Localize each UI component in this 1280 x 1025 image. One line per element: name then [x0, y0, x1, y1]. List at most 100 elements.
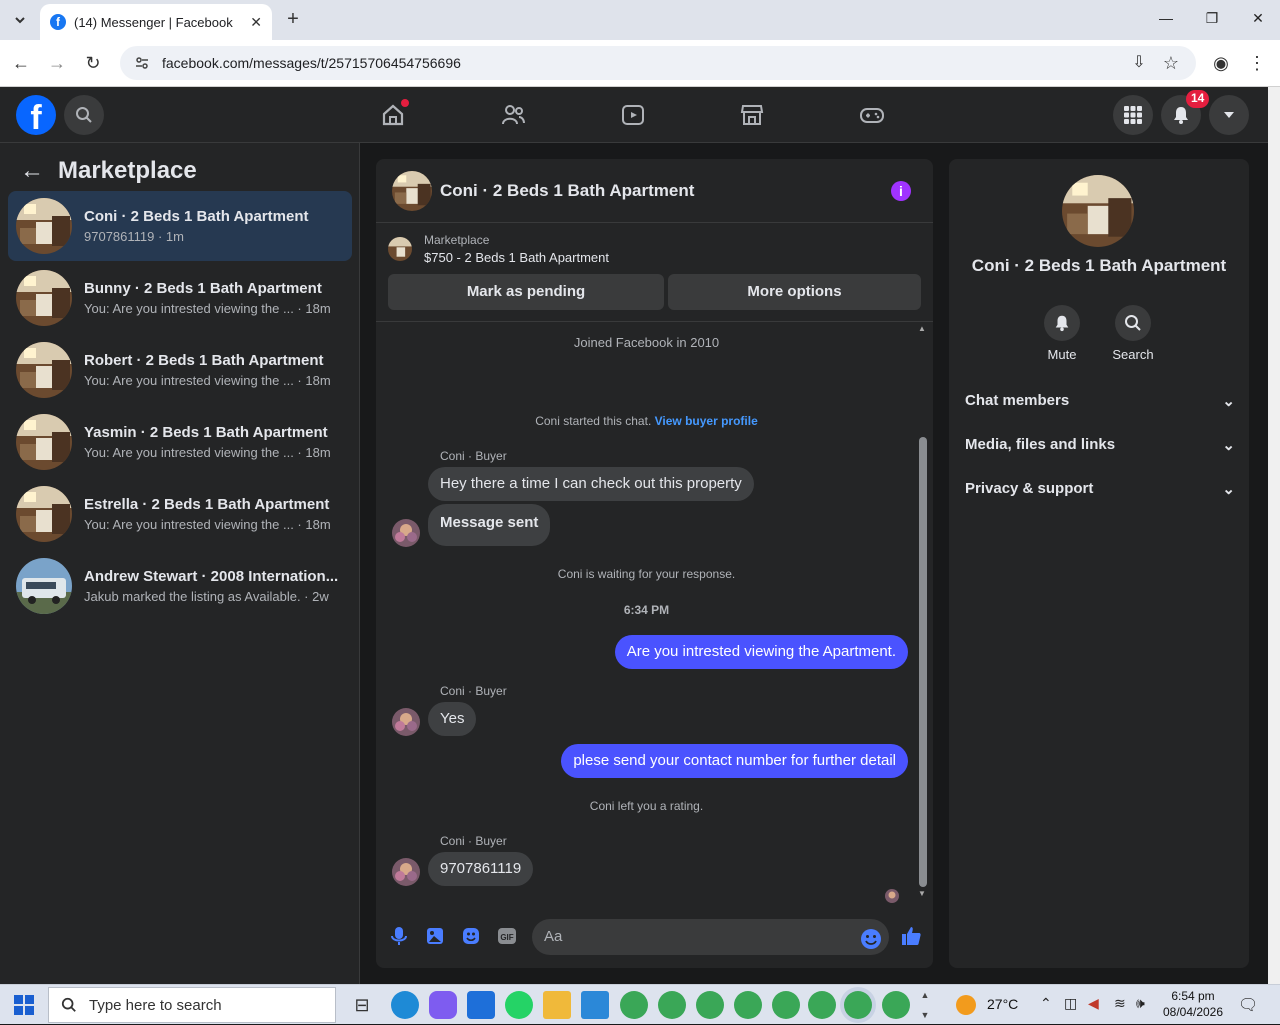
more-options-button[interactable]: More options — [668, 274, 921, 310]
joined-info: Joined Facebook in 2010 — [573, 335, 720, 350]
chat-started-note: Coni started this chat. View buyer profi… — [376, 414, 917, 428]
privacy-support-section[interactable]: Privacy & support ⌄ — [965, 480, 1235, 498]
info-icon[interactable]: i — [891, 181, 911, 201]
profile-icon[interactable]: ◉ — [1210, 52, 1232, 74]
conversation-item[interactable]: Yasmin · 2 Beds 1 Bath Apartment You: Are… — [8, 407, 352, 477]
omnibox[interactable]: facebook.com/messages/t/2571570645475669… — [120, 46, 1196, 80]
conversation-item[interactable]: Bunny · 2 Beds 1 Bath Apartment You: Are … — [8, 263, 352, 333]
site-settings-icon[interactable] — [134, 55, 150, 71]
nav-gaming[interactable] — [858, 101, 886, 129]
tray-chevron-icon[interactable]: ⌃ — [1040, 995, 1052, 1012]
reload-button[interactable]: ↻ — [82, 52, 104, 74]
edge-icon[interactable] — [391, 991, 419, 1019]
message-bubble[interactable]: Hey there a time I can check out this pr… — [428, 467, 754, 501]
composer: GIF Aa — [376, 915, 933, 961]
chrome-icon-active[interactable] — [844, 991, 872, 1019]
copilot-icon[interactable] — [429, 991, 457, 1019]
windows-start-icon[interactable] — [14, 995, 34, 1015]
facebook-header: f 14 — [0, 87, 1268, 143]
nav-video[interactable] — [619, 101, 647, 129]
chrome-icon[interactable] — [734, 991, 762, 1019]
store-icon[interactable] — [581, 991, 609, 1019]
photo-icon[interactable] — [424, 925, 446, 947]
back-button[interactable]: ← — [10, 52, 32, 74]
menu-icon[interactable]: ⋮ — [1246, 52, 1268, 74]
scrollbar-thumb[interactable] — [919, 437, 927, 887]
outlook-icon[interactable] — [467, 991, 495, 1019]
conversation-item[interactable]: Estrella · 2 Beds 1 Bath Apartment You: A… — [8, 479, 352, 549]
taskbar-search-box[interactable]: Type here to search — [48, 987, 336, 1023]
conversation-info-panel: Coni · 2 Beds 1 Bath Apartment Mute Sear… — [949, 159, 1249, 968]
volume-icon[interactable]: 🕪 — [1136, 995, 1145, 1012]
chrome-icon[interactable] — [620, 991, 648, 1019]
account-button[interactable] — [1209, 95, 1249, 135]
chrome-icon[interactable] — [882, 991, 910, 1019]
notifications-center-icon[interactable]: 🗨 — [1238, 995, 1258, 1015]
message-scrollbar[interactable]: ▲ ▼ — [917, 322, 929, 900]
my-message-bubble[interactable]: Are you intrested viewing the Apartment. — [614, 635, 908, 669]
message-thread[interactable]: Joined Facebook in 2010 Coni started thi… — [376, 321, 933, 903]
restore-button[interactable]: ❐ — [1202, 10, 1222, 30]
scroll-up-icon[interactable]: ▲ — [918, 324, 926, 333]
file-explorer-icon[interactable] — [543, 991, 571, 1019]
tab-search-button[interactable] — [8, 8, 32, 32]
minimize-button[interactable]: — — [1156, 10, 1176, 30]
listing-summary[interactable]: Marketplace $750 - 2 Beds 1 Bath Apartme… — [388, 233, 609, 265]
facebook-logo[interactable]: f — [16, 95, 56, 135]
notification-badge: 14 — [1186, 90, 1210, 108]
message-input[interactable]: Aa — [532, 919, 889, 955]
view-buyer-profile-link[interactable]: View buyer profile — [655, 414, 758, 428]
conversation-name: Andrew Stewart · 2008 Internation... — [84, 568, 339, 585]
mark-pending-button[interactable]: Mark as pending — [388, 274, 664, 310]
chrome-icon[interactable] — [696, 991, 724, 1019]
search-button[interactable] — [64, 95, 104, 135]
thumbs-up-icon[interactable] — [900, 925, 922, 947]
message-bubble[interactable]: Yes — [428, 702, 477, 736]
install-app-icon[interactable]: ⇩ — [1128, 52, 1150, 74]
media-files-section[interactable]: Media, files and links ⌄ — [965, 436, 1235, 454]
chat-avatar[interactable] — [392, 170, 432, 211]
nav-friends[interactable] — [499, 101, 527, 129]
clock[interactable]: 6:54 pm 08/04/2026 — [1160, 988, 1226, 1020]
meet-now-icon[interactable]: ◫ — [1064, 995, 1077, 1012]
emoji-icon[interactable] — [860, 928, 882, 950]
friends-icon — [502, 105, 525, 125]
back-arrow-icon[interactable]: ← — [20, 157, 44, 185]
new-tab-button[interactable]: + — [282, 8, 304, 30]
conversation-item[interactable]: Robert · 2 Beds 1 Bath Apartment You: Are… — [8, 335, 352, 405]
chrome-icon[interactable] — [808, 991, 836, 1019]
nav-marketplace[interactable] — [738, 101, 766, 129]
url-text: facebook.com/messages/t/2571570645475669… — [162, 55, 461, 71]
chevron-down-icon: ⌄ — [1222, 481, 1235, 498]
speaker-muted-icon[interactable]: ◀ — [1088, 995, 1099, 1012]
task-view-icon[interactable]: ⊟ — [348, 991, 376, 1019]
tab-close-icon[interactable]: ✕ — [250, 14, 262, 31]
chrome-icon[interactable] — [658, 991, 686, 1019]
message-bubble[interactable]: 9707861119 — [428, 852, 534, 886]
taskbar-overflow-scroll[interactable]: ▲ ▼ — [918, 985, 932, 1025]
search-conversation-button[interactable]: Search — [1103, 305, 1163, 362]
microphone-icon[interactable] — [388, 925, 410, 947]
waiting-note: Coni is waiting for your response. — [557, 567, 736, 581]
scroll-down-icon[interactable]: ▼ — [918, 889, 926, 898]
close-window-button[interactable]: ✕ — [1248, 10, 1268, 30]
chevron-down-icon: ⌄ — [1222, 393, 1235, 410]
wifi-icon[interactable]: ≋ — [1114, 995, 1126, 1012]
my-message-bubble[interactable]: plese send your contact number for furth… — [561, 744, 908, 778]
message-bubble[interactable]: Message sent — [428, 504, 551, 546]
conversation-item[interactable]: Coni · 2 Beds 1 Bath Apartment 9707861119… — [8, 191, 352, 261]
sticker-icon[interactable] — [460, 925, 482, 947]
whatsapp-icon[interactable] — [505, 991, 533, 1019]
bookmark-star-icon[interactable]: ☆ — [1160, 52, 1182, 74]
gif-icon[interactable]: GIF — [496, 925, 518, 947]
browser-tab[interactable]: f (14) Messenger | Facebook ✕ — [40, 4, 272, 40]
conversation-item[interactable]: Andrew Stewart · 2008 Internation... Jaku… — [8, 551, 352, 621]
chat-members-section[interactable]: Chat members ⌄ — [965, 392, 1235, 410]
mute-button[interactable]: Mute — [1032, 305, 1092, 362]
weather-icon[interactable] — [956, 995, 976, 1015]
profile-avatar[interactable] — [1062, 175, 1134, 247]
page-scrollbar[interactable] — [1268, 87, 1280, 984]
forward-button[interactable]: → — [46, 52, 68, 74]
menu-grid-button[interactable] — [1113, 95, 1153, 135]
chrome-icon[interactable] — [772, 991, 800, 1019]
